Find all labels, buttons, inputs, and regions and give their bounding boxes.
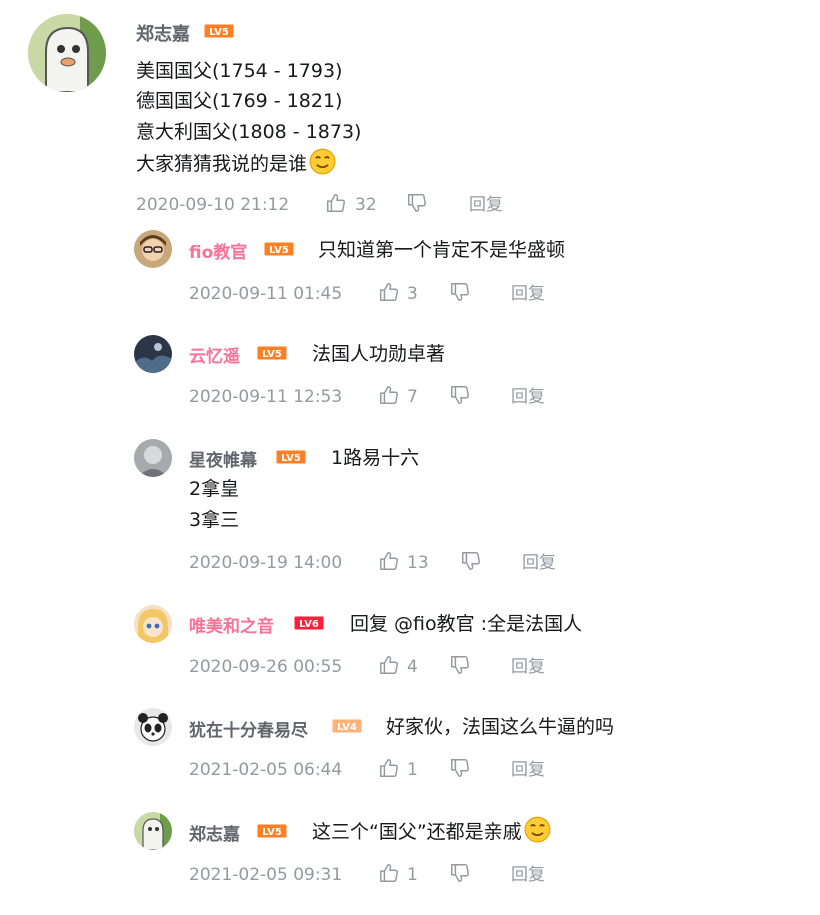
reply-meta: 2020-09-11 12:53 7 回复 xyxy=(189,384,589,410)
reply-button[interactable]: 回复 xyxy=(511,384,545,410)
svg-text:LV6: LV6 xyxy=(299,619,319,630)
reply-text: 法国人功勋卓著 xyxy=(312,343,446,365)
smug-face-emoji xyxy=(309,148,336,175)
level-badge: LV5 xyxy=(276,450,306,464)
level-badge: LV5 xyxy=(257,824,287,838)
dislike-icon[interactable] xyxy=(449,654,471,676)
reply-text-line: 2拿皇 xyxy=(189,478,240,500)
like-count: 3 xyxy=(407,284,418,304)
reply-time: 2020-09-26 00:55 xyxy=(189,657,343,677)
reply-button[interactable]: 回复 xyxy=(522,550,556,576)
comment-text-last: 大家猜猜我说的是谁 xyxy=(136,148,336,179)
dislike-icon[interactable] xyxy=(449,757,471,779)
svg-text:LV4: LV4 xyxy=(337,722,357,733)
reply-text: 回复 @fio教官 :全是法国人 xyxy=(350,613,583,635)
avatar[interactable] xyxy=(134,230,172,268)
username[interactable]: 郑志嘉 xyxy=(189,820,240,845)
reply-meta: 2020-09-26 00:55 4 回复 xyxy=(189,654,589,680)
like-count: 13 xyxy=(407,553,429,573)
like-count: 7 xyxy=(407,387,418,407)
level-badge: LV6 xyxy=(294,616,324,630)
reply-button[interactable]: 回复 xyxy=(469,192,503,218)
reply-button[interactable]: 回复 xyxy=(511,281,545,307)
reply-text-line: 1路易十六 xyxy=(331,447,420,469)
avatar[interactable] xyxy=(134,812,172,850)
like-icon[interactable] xyxy=(378,281,400,303)
reply-text: 这三个“国父”还都是亲戚 xyxy=(312,821,522,843)
like-count: 4 xyxy=(407,657,418,677)
like-icon[interactable] xyxy=(378,384,400,406)
reply-text-with-emoji: 这三个“国父”还都是亲戚 xyxy=(312,816,551,844)
level-badge: LV4 xyxy=(332,719,362,733)
level-badge: LV5 xyxy=(204,24,234,38)
dislike-icon[interactable] xyxy=(449,384,471,406)
reply-meta: 2020-09-11 01:45 3 回复 xyxy=(189,281,589,307)
like-count: 1 xyxy=(407,760,418,780)
avatar[interactable] xyxy=(134,439,172,477)
reply-button[interactable]: 回复 xyxy=(511,757,545,783)
comment-time: 2020-09-10 21:12 xyxy=(136,195,290,215)
svg-text:LV5: LV5 xyxy=(209,27,229,38)
reply-time: 2020-09-19 14:00 xyxy=(189,553,343,573)
reply-text: 只知道第一个肯定不是华盛顿 xyxy=(318,239,566,261)
username[interactable]: fio教官 xyxy=(189,238,247,263)
like-count: 1 xyxy=(407,865,418,885)
comment-text-line: 大家猜猜我说的是谁 xyxy=(136,153,308,175)
dislike-icon[interactable] xyxy=(460,550,482,572)
dislike-icon[interactable] xyxy=(406,192,428,214)
dislike-icon[interactable] xyxy=(449,862,471,884)
reply-text: 好家伙，法国这么牛逼的吗 xyxy=(386,716,615,738)
level-badge: LV5 xyxy=(257,346,287,360)
username[interactable]: 星夜帷幕 xyxy=(189,446,257,471)
username[interactable]: 唯美和之音 xyxy=(189,612,274,637)
avatar[interactable] xyxy=(28,14,106,92)
smug-face-emoji xyxy=(524,816,551,843)
reply-meta: 2020-09-19 14:00 13 回复 xyxy=(189,550,609,576)
comment-meta: 2020-09-10 21:12 32 回复 xyxy=(136,192,556,218)
like-count: 32 xyxy=(355,195,377,215)
like-icon[interactable] xyxy=(378,862,400,884)
avatar[interactable] xyxy=(134,708,172,746)
svg-text:LV5: LV5 xyxy=(262,827,282,838)
like-icon[interactable] xyxy=(378,757,400,779)
comment-text-line: 德国国父(1769 - 1821) xyxy=(136,90,343,112)
like-icon[interactable] xyxy=(325,192,347,214)
username[interactable]: 云忆遥 xyxy=(189,342,240,367)
level-badge: LV5 xyxy=(264,242,294,256)
avatar[interactable] xyxy=(134,605,172,643)
comment-text-line: 意大利国父(1808 - 1873) xyxy=(136,121,362,143)
like-icon[interactable] xyxy=(378,550,400,572)
reply-time: 2020-09-11 01:45 xyxy=(189,284,343,304)
reply-button[interactable]: 回复 xyxy=(511,654,545,680)
like-icon[interactable] xyxy=(378,654,400,676)
svg-text:LV5: LV5 xyxy=(262,349,282,360)
comment-text-line: 美国国父(1754 - 1793) xyxy=(136,60,343,82)
reply-button[interactable]: 回复 xyxy=(511,862,545,888)
svg-text:LV5: LV5 xyxy=(281,453,301,464)
reply-meta: 2021-02-05 09:31 1 回复 xyxy=(189,862,589,888)
reply-meta: 2021-02-05 06:44 1 回复 xyxy=(189,757,589,783)
username[interactable]: 犹在十分春易尽 xyxy=(189,716,308,741)
svg-text:LV5: LV5 xyxy=(269,245,289,256)
dislike-icon[interactable] xyxy=(449,281,471,303)
reply-time: 2021-02-05 09:31 xyxy=(189,865,343,885)
username[interactable]: 郑志嘉 xyxy=(136,20,190,46)
avatar[interactable] xyxy=(134,335,172,373)
reply-text-line: 3拿三 xyxy=(189,509,240,531)
reply-time: 2021-02-05 06:44 xyxy=(189,760,343,780)
reply-time: 2020-09-11 12:53 xyxy=(189,387,343,407)
